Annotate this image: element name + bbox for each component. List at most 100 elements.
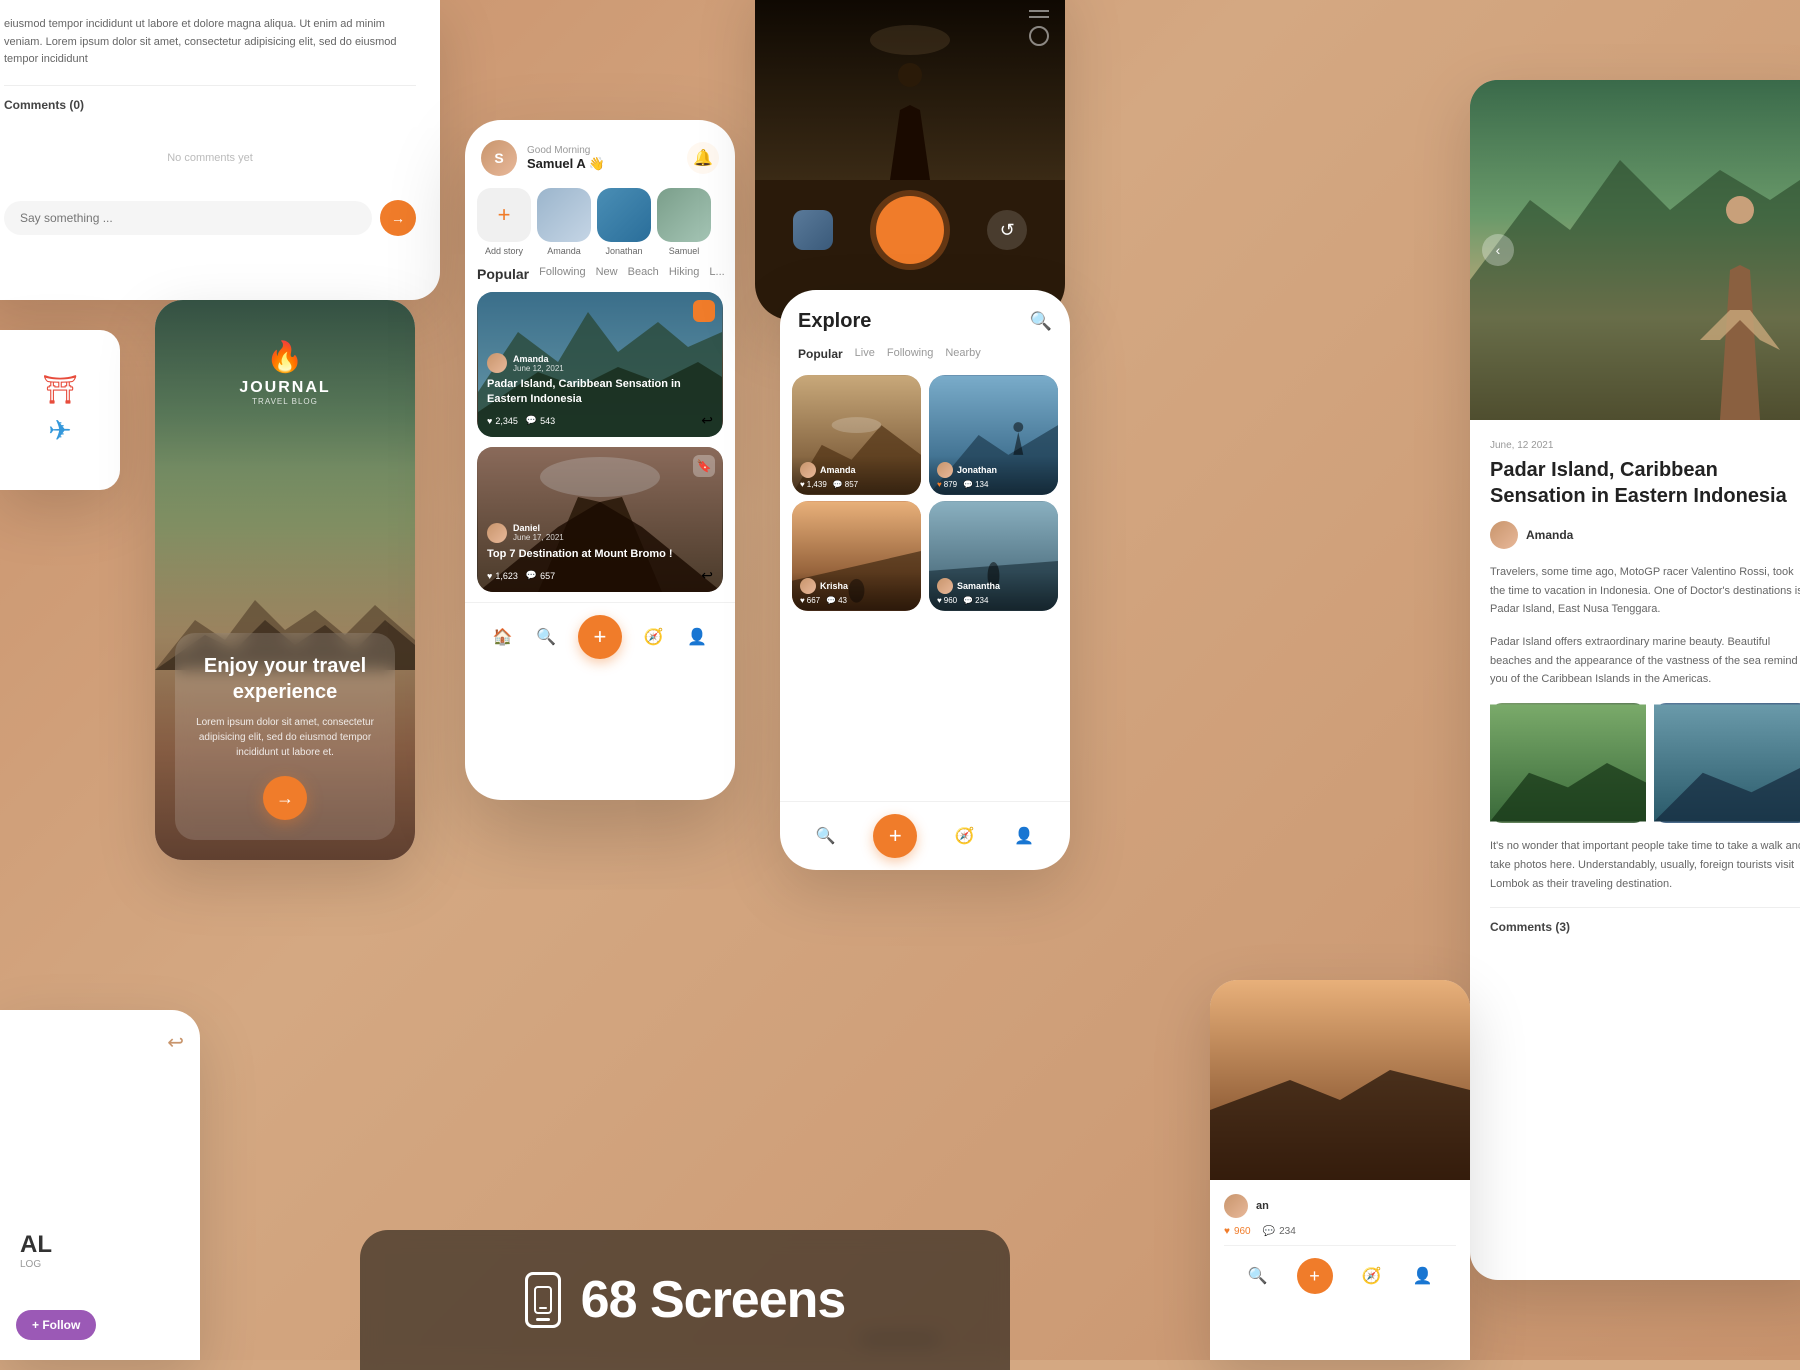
story-flip-button[interactable]: ↺: [987, 210, 1027, 250]
explore-comments-3: 💬43: [826, 596, 847, 605]
re-nav-compass[interactable]: 🧭: [1360, 1264, 1384, 1288]
nav-compass-button[interactable]: 🧭: [642, 625, 666, 649]
explore-tab-popular[interactable]: Popular: [798, 347, 843, 361]
explore-nav-search[interactable]: 🔍: [814, 824, 838, 848]
explore-stats-2: ♥879 💬134: [937, 480, 1050, 489]
blog-body-text: eiusmod tempor incididunt ut labore et d…: [4, 16, 416, 69]
send-button[interactable]: [380, 200, 416, 236]
tab-more[interactable]: L...: [709, 266, 724, 282]
likes-stat: ♥ 2,345: [487, 415, 518, 426]
blog-divider: [1490, 907, 1800, 908]
explore-nav-add[interactable]: +: [873, 814, 917, 858]
blog-thumb-svg-1: [1490, 703, 1646, 823]
blog-author-name: Amanda: [1526, 528, 1573, 542]
add-story-item[interactable]: Add story: [477, 188, 531, 256]
bookmark-badge[interactable]: 🔖: [693, 455, 715, 477]
right-explore-svg: [1210, 980, 1470, 1180]
follow-button[interactable]: + Follow: [16, 1310, 96, 1340]
nav-add-button[interactable]: +: [578, 615, 622, 659]
right-explore-avatar: [1224, 1194, 1248, 1218]
stats-left: ♥ 2,345 💬 543: [487, 415, 555, 426]
nav-home-button[interactable]: 🏠: [491, 625, 515, 649]
explore-grid-item-3[interactable]: Krisha ♥667 💬43: [792, 501, 921, 611]
journal-arrow-button[interactable]: →: [263, 776, 307, 820]
explore-author-name-4: Samantha: [957, 581, 1000, 591]
explore-grid-row1: Amanda ♥1,439 💬857: [780, 375, 1070, 495]
blog-date: June, 12 2021: [1490, 440, 1800, 451]
re-nav-profile[interactable]: 👤: [1411, 1264, 1435, 1288]
tab-following[interactable]: Following: [539, 266, 585, 282]
blog-thumbnail-1: [1490, 703, 1646, 823]
blog-content: June, 12 2021 Padar Island, Caribbean Se…: [1470, 420, 1800, 954]
story-item-amanda[interactable]: Amanda: [537, 188, 591, 256]
explore-tab-following[interactable]: Following: [887, 347, 933, 361]
explore-tab-live[interactable]: Live: [855, 347, 875, 361]
explore-author-3: Krisha: [800, 578, 913, 594]
main-app-card: S Good Morning Samuel A 👋 🔔 Add story Am…: [465, 120, 735, 800]
comment-input[interactable]: [4, 201, 372, 235]
comments-count-re: 234: [1279, 1226, 1296, 1237]
explore-nav-profile[interactable]: 👤: [1012, 824, 1036, 848]
explore-grid-item-4[interactable]: Samantha ♥960 💬234: [929, 501, 1058, 611]
re-nav-add[interactable]: +: [1297, 1258, 1333, 1294]
post-author-info-2: Daniel June 17, 2021: [513, 523, 564, 542]
journal-card: 🔥 JOURNAL TRAVEL BLOG Enjoy your travel …: [155, 300, 415, 860]
post-author-info: Amanda June 12, 2021: [513, 354, 564, 373]
blog-thumbnail-2: [1654, 703, 1800, 823]
tab-new[interactable]: New: [596, 266, 618, 282]
blog-back-button[interactable]: ‹: [1482, 234, 1514, 266]
share-icon-2[interactable]: ↩: [701, 567, 713, 584]
bell-icon: 🔔: [693, 148, 713, 168]
story-item-jonathan[interactable]: Jonathan: [597, 188, 651, 256]
explore-tab-nearby[interactable]: Nearby: [945, 347, 980, 361]
post-stats-2: ♥ 1,623 💬 657 ↩: [487, 567, 713, 584]
nav-search-button[interactable]: 🔍: [534, 625, 558, 649]
right-explore-card: an ♥ 960 💬 234 🔍 + 🧭 👤: [1210, 980, 1470, 1360]
journal-bottom: Enjoy your travel experience Lorem ipsum…: [155, 613, 415, 860]
story-circle-jonathan[interactable]: [597, 188, 651, 242]
stats-left-2: ♥ 1,623 💬 657: [487, 570, 555, 581]
explore-likes-1: ♥1,439: [800, 480, 827, 489]
explore-nav-compass[interactable]: 🧭: [953, 824, 977, 848]
follow-label: + Follow: [32, 1318, 80, 1332]
story-preview-thumbnail[interactable]: [793, 210, 833, 250]
explore-overlay-3: Krisha ♥667 💬43: [792, 572, 921, 611]
tab-beach[interactable]: Beach: [628, 266, 659, 282]
post-stats: ♥ 2,345 💬 543 ↩: [487, 412, 713, 429]
blog-body-1: Travelers, some time ago, MotoGP racer V…: [1490, 563, 1800, 619]
story-item-samuel[interactable]: Samuel: [657, 188, 711, 256]
explore-grid-item-2[interactable]: Jonathan ♥879 💬134: [929, 375, 1058, 495]
explore-likes-2: ♥879: [937, 480, 957, 489]
blog-body-2: Padar Island offers extraordinary marine…: [1490, 633, 1800, 689]
story-record-button[interactable]: [876, 196, 944, 264]
nav-profile-button[interactable]: 👤: [685, 625, 709, 649]
orange-badge: [693, 300, 715, 322]
explore-avatar-4: [937, 578, 953, 594]
explore-search-icon[interactable]: 🔍: [1030, 311, 1052, 332]
story-circle-samuel[interactable]: [657, 188, 711, 242]
story-circle-amanda[interactable]: [537, 188, 591, 242]
bottom-screens-overlay: 68 Screens: [360, 1230, 1010, 1370]
notification-button[interactable]: 🔔: [687, 142, 719, 174]
journal-glass-box: Enjoy your travel experience Lorem ipsum…: [175, 633, 395, 840]
explore-grid-item-1[interactable]: Amanda ♥1,439 💬857: [792, 375, 921, 495]
add-story-circle[interactable]: [477, 188, 531, 242]
right-explore-user-row: an: [1224, 1194, 1456, 1218]
comments-count: 543: [540, 416, 555, 426]
post-card-bromo[interactable]: Daniel June 17, 2021 Top 7 Destination a…: [477, 447, 723, 592]
explore-avatar-2: [937, 462, 953, 478]
post-card-padar[interactable]: Amanda June 12, 2021 Padar Island, Carib…: [477, 292, 723, 437]
likes-count-re: 960: [1234, 1226, 1251, 1237]
explore-comments-4: 💬234: [963, 596, 988, 605]
explore-author-1: Amanda: [800, 462, 913, 478]
re-nav-search[interactable]: 🔍: [1246, 1264, 1270, 1288]
tab-hiking[interactable]: Hiking: [669, 266, 700, 282]
tab-popular[interactable]: Popular: [477, 266, 529, 282]
explore-author-name-1: Amanda: [820, 465, 856, 475]
right-explore-stats: ♥ 960 💬 234: [1224, 1226, 1456, 1237]
share-icon[interactable]: ↩: [701, 412, 713, 429]
story-label-amanda: Amanda: [537, 246, 591, 256]
post-overlay-bromo: Daniel June 17, 2021 Top 7 Destination a…: [477, 515, 723, 592]
explore-comments-2: 💬134: [963, 480, 988, 489]
story-label-jonathan: Jonathan: [597, 246, 651, 256]
